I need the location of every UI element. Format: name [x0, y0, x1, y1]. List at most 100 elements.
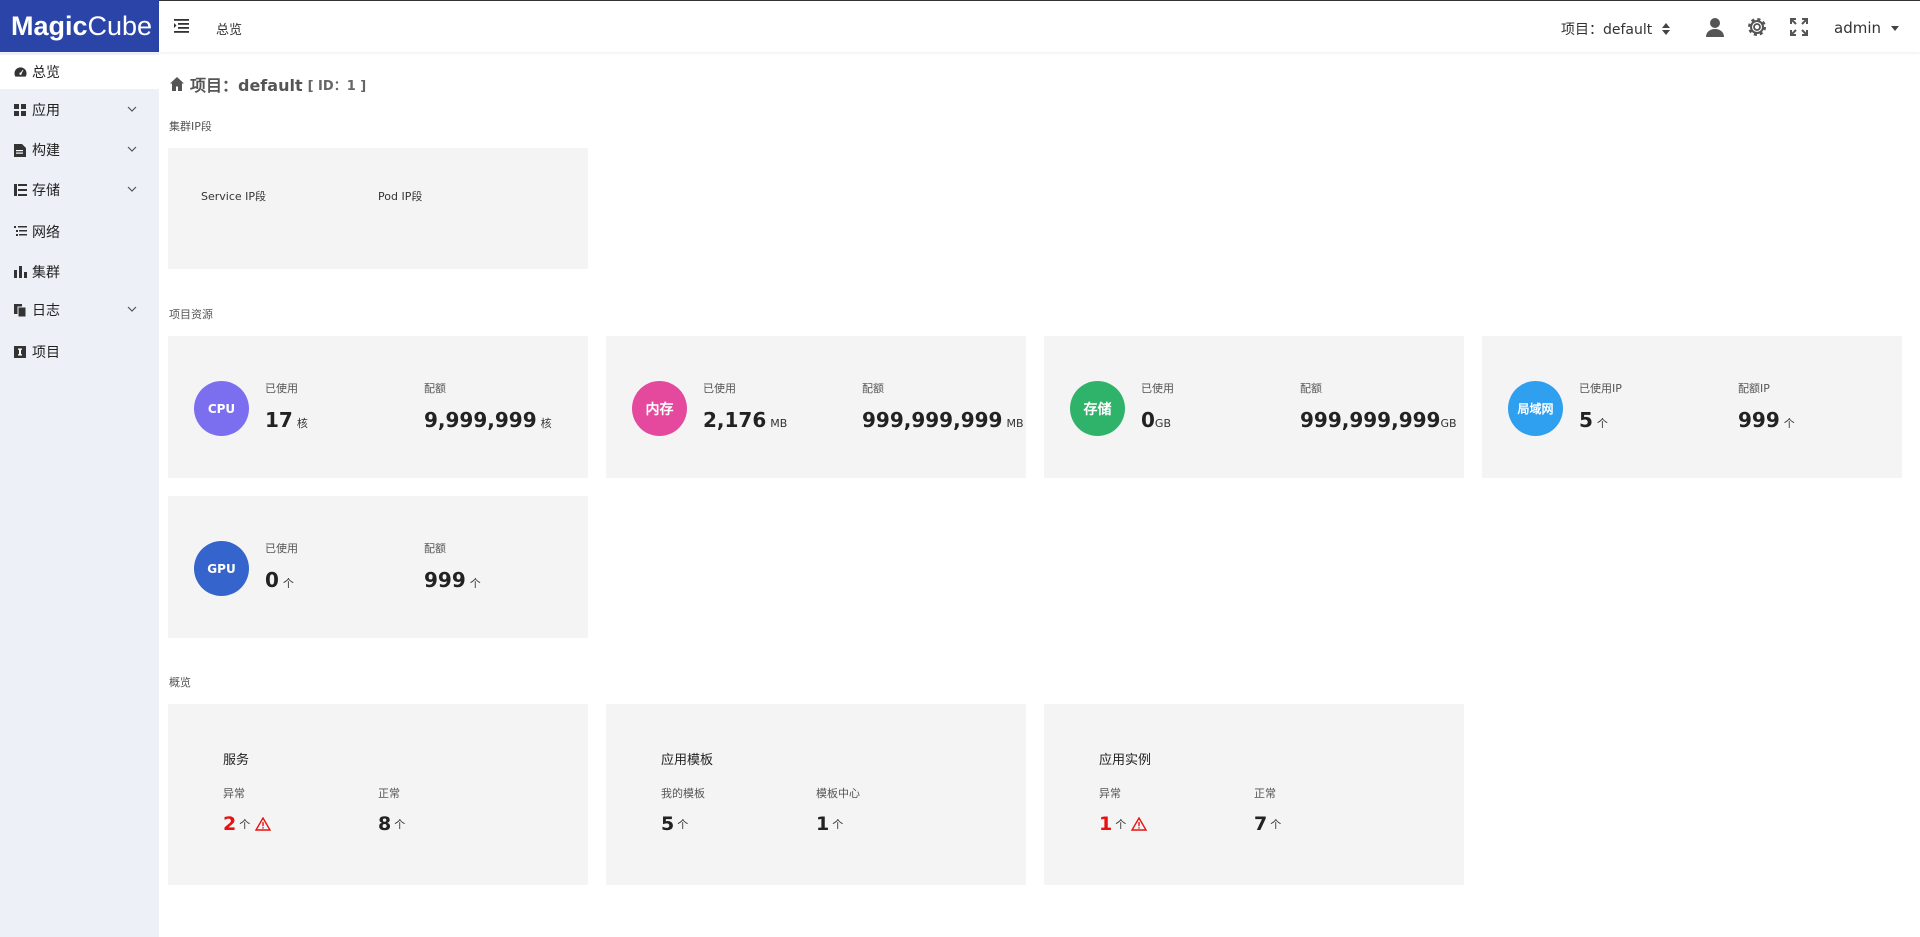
used-label: 已使用IP: [1579, 382, 1622, 395]
quota-unit: 个: [1783, 417, 1795, 430]
sidebar: Magic Cube 总览 应用 构建 存储 网络 集群 日志 项目: [0, 0, 159, 937]
document-icon: [13, 143, 27, 157]
project-id: [ ID：1 ]: [307, 78, 367, 94]
info-icon: [13, 345, 27, 359]
project-select[interactable]: 项目：default: [1561, 19, 1671, 39]
sidebar-item-build[interactable]: 构建: [0, 133, 159, 167]
left-stat-number: 1: [1099, 813, 1113, 835]
overview-card: 应用实例 异常 1个 正常 7个: [1044, 704, 1464, 885]
right-stat-value[interactable]: 1个: [816, 813, 843, 835]
fullscreen-icon[interactable]: [1788, 16, 1810, 38]
top-bar: 总览 项目：default admin: [159, 0, 1920, 52]
quota-number: 999,999,999: [1300, 408, 1441, 432]
resource-badge: 存储: [1070, 381, 1125, 436]
quota-value: 999,999,999 MB: [862, 408, 1024, 432]
quota-value: 9,999,999 核: [424, 408, 552, 432]
cluster-ip-card: [168, 148, 588, 269]
resource-badge: 内存: [632, 381, 687, 436]
quota-label: 配额: [424, 382, 446, 395]
right-stat-unit: 个: [832, 818, 844, 831]
used-unit: 核: [296, 417, 308, 430]
chevron-down-icon: [127, 146, 137, 152]
overview-card: 应用模板 我的模板 5个 模板中心 1个: [606, 704, 1026, 885]
chevron-down-icon: [127, 106, 137, 112]
breadcrumb: 总览: [216, 23, 243, 38]
sidebar-item-label: 日志: [32, 303, 60, 319]
menu-toggle-icon[interactable]: [174, 18, 192, 34]
used-number: 17: [265, 408, 293, 432]
sidebar-item-label: 存储: [32, 183, 60, 199]
used-value: 5个: [1579, 408, 1608, 432]
resource-badge: CPU: [194, 381, 249, 436]
resource-card: 存储 已使用 0GB 配额 999,999,999GB: [1044, 336, 1464, 478]
quota-unit: 个: [469, 577, 481, 590]
used-value: 2,176 MB: [703, 408, 787, 432]
right-stat-value[interactable]: 8个: [378, 813, 405, 835]
left-stat-number: 5: [661, 813, 675, 835]
used-value: 0GB: [1141, 408, 1171, 432]
resource-badge: GPU: [194, 541, 249, 596]
resource-card: 内存 已使用 2,176 MB 配额 999,999,999 MB: [606, 336, 1026, 478]
left-stat-label: 异常: [1099, 787, 1121, 800]
used-number: 0: [1141, 408, 1155, 432]
used-unit: MB: [770, 417, 788, 430]
left-stat-value[interactable]: 1个: [1099, 813, 1148, 835]
grid-icon: [13, 103, 27, 117]
page-title-text: 项目：default: [190, 76, 303, 95]
used-value: 17 核: [265, 408, 308, 432]
service-ip-label: Service IP段: [201, 190, 267, 203]
left-stat-value[interactable]: 2个: [223, 813, 272, 835]
sidebar-item-label: 构建: [32, 143, 60, 159]
sidebar-item-project[interactable]: 项目: [0, 335, 159, 369]
sidebar-item-network[interactable]: 网络: [0, 215, 159, 249]
user-icon[interactable]: [1704, 16, 1726, 38]
user-menu[interactable]: admin: [1834, 19, 1899, 37]
chevron-down-icon: [127, 186, 137, 192]
right-stat-unit: 个: [1270, 818, 1282, 831]
sidebar-item-label: 项目: [32, 345, 60, 361]
section-title-resources: 项目资源: [169, 308, 213, 321]
app-logo[interactable]: Magic Cube: [0, 0, 159, 52]
right-stat-value[interactable]: 7个: [1254, 813, 1281, 835]
used-unit: GB: [1154, 417, 1171, 430]
left-stat-label: 我的模板: [661, 787, 705, 800]
right-stat-label: 正常: [378, 787, 400, 800]
quota-label: 配额IP: [1738, 382, 1770, 395]
left-stat-unit: 个: [239, 818, 251, 831]
used-label: 已使用: [1141, 382, 1174, 395]
resource-card: 局域网 已使用IP 5个 配额IP 999 个: [1482, 336, 1902, 478]
right-stat-number: 8: [378, 813, 392, 835]
quota-unit: GB: [1440, 417, 1457, 430]
gear-icon[interactable]: [1746, 16, 1768, 38]
sidebar-item-cluster[interactable]: 集群: [0, 255, 159, 289]
sidebar-item-apps[interactable]: 应用: [0, 93, 159, 127]
used-number: 0: [265, 568, 279, 592]
overview-card: 服务 异常 2个 正常 8个: [168, 704, 588, 885]
sidebar-item-overview[interactable]: 总览: [0, 55, 159, 89]
logo-bold-text: Magic: [11, 10, 88, 41]
resource-card: CPU 已使用 17 核 配额 9,999,999 核: [168, 336, 588, 478]
left-stat-value[interactable]: 5个: [661, 813, 688, 835]
quota-unit: 核: [540, 417, 552, 430]
pod-ip-label: Pod IP段: [378, 190, 423, 203]
used-value: 0个: [265, 568, 294, 592]
network-list-icon: [13, 225, 27, 239]
quota-unit: MB: [1006, 417, 1024, 430]
quota-value: 999 个: [424, 568, 481, 592]
overview-card-title: 应用模板: [661, 753, 714, 768]
used-unit: 个: [282, 577, 294, 590]
sidebar-item-label: 应用: [32, 103, 60, 119]
sidebar-item-storage[interactable]: 存储: [0, 173, 159, 207]
copy-icon: [13, 303, 27, 317]
chevron-down-icon: [127, 306, 137, 312]
right-stat-number: 1: [816, 813, 830, 835]
quota-number: 999: [424, 568, 466, 592]
used-label: 已使用: [265, 382, 298, 395]
overview-card-title: 服务: [223, 753, 250, 768]
overview-card-title: 应用实例: [1099, 753, 1152, 768]
warning-icon: [1131, 817, 1148, 831]
used-label: 已使用: [265, 542, 298, 555]
sidebar-item-logs[interactable]: 日志: [0, 293, 159, 327]
left-stat-unit: 个: [1115, 818, 1127, 831]
left-stat-number: 2: [223, 813, 237, 835]
